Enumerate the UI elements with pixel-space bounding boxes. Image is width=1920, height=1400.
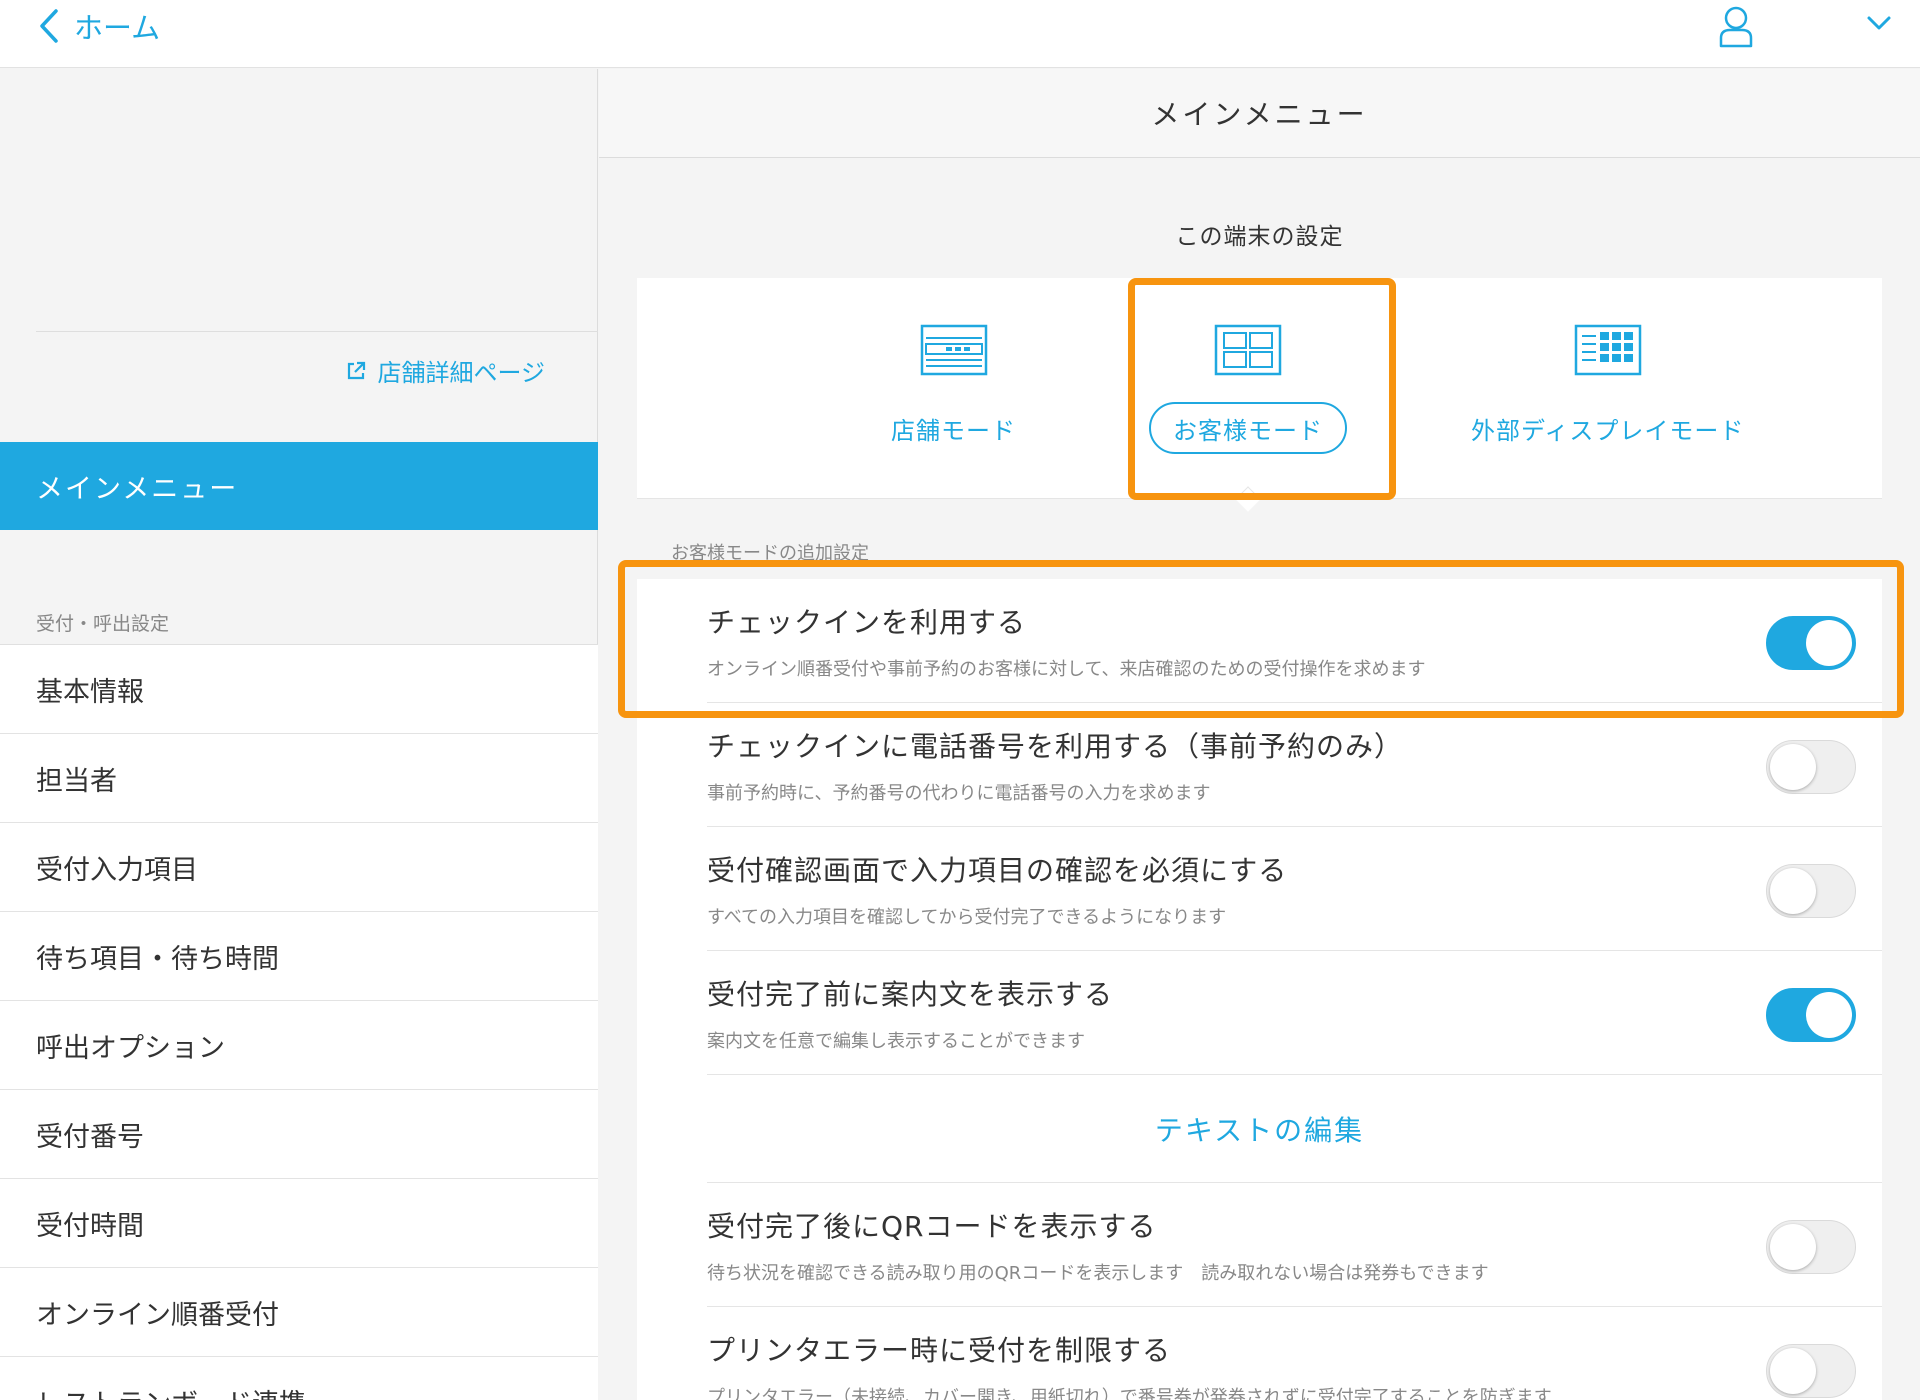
sidebar-item-basic-info[interactable]: 基本情報 xyxy=(0,645,598,734)
store-mode-icon xyxy=(920,324,987,376)
chevron-left-icon xyxy=(40,9,58,43)
selected-caret xyxy=(1235,486,1261,512)
top-bar: ホーム xyxy=(0,0,1920,68)
section-subtitle: お客様モードの追加設定 xyxy=(671,543,869,564)
checkin-toggle[interactable] xyxy=(1766,616,1856,670)
store-detail-label: 店舗詳細ページ xyxy=(377,359,545,387)
setting-description: 待ち状況を確認できる読み取り用のQRコードを表示します 読み取れない場合は発券も… xyxy=(707,1263,1489,1284)
setting-title: 受付完了後にQRコードを表示する xyxy=(707,1210,1157,1243)
mode-store[interactable]: 店舗モード xyxy=(869,278,1038,499)
mode-external-display[interactable]: 外部ディスプレイモード xyxy=(1449,278,1766,499)
sidebar-item-reception-hours[interactable]: 受付時間 xyxy=(0,1179,598,1268)
sidebar: 店舗詳細ページ メインメニュー 受付・呼出設定 基本情報 担当者 受付入力項目 … xyxy=(0,69,598,1400)
mode-customer[interactable]: お客様モード xyxy=(1149,278,1347,512)
checkin-phone-toggle[interactable] xyxy=(1766,740,1856,794)
sidebar-item-main-menu[interactable]: メインメニュー xyxy=(0,442,598,530)
setting-title: プリンタエラー時に受付を制限する xyxy=(707,1334,1172,1367)
sidebar-list: 基本情報 担当者 受付入力項目 待ち項目・待ち時間 呼出オプション 受付番号 受… xyxy=(0,644,598,1400)
setting-description: 案内文を任意で編集し表示することができます xyxy=(707,1031,1085,1052)
setting-description: 事前予約時に、予約番号の代わりに電話番号の入力を求めます xyxy=(707,783,1211,804)
external-display-icon xyxy=(1574,324,1641,376)
printer-error-toggle[interactable] xyxy=(1766,1344,1856,1398)
external-link-icon xyxy=(348,361,366,379)
guidance-text-toggle[interactable] xyxy=(1766,988,1856,1042)
setting-guidance-text: 受付完了前に案内文を表示する 案内文を任意で編集し表示することができます xyxy=(707,951,1882,1075)
setting-checkin-phone: チェックインに電話番号を利用する（事前予約のみ） 事前予約時に、予約番号の代わり… xyxy=(707,703,1882,827)
setting-checkin: チェックインを利用する オンライン順番受付や事前予約のお客様に対して、来店確認の… xyxy=(707,579,1882,703)
setting-title: チェックインに電話番号を利用する（事前予約のみ） xyxy=(707,730,1404,763)
sidebar-item-staff[interactable]: 担当者 xyxy=(0,734,598,823)
user-icon[interactable] xyxy=(1718,4,1754,48)
page-title: メインメニュー xyxy=(599,69,1920,158)
back-button[interactable]: ホーム xyxy=(36,4,160,48)
setting-description: すべての入力項目を確認してから受付完了できるようになります xyxy=(707,907,1227,928)
sidebar-divider xyxy=(36,331,598,332)
back-label: ホーム xyxy=(74,11,161,45)
setting-description: プリンタエラー（未接続、カバー開き、用紙切れ）で番号券が発券されずに受付完了する… xyxy=(707,1387,1552,1400)
device-settings-title: この端末の設定 xyxy=(1175,224,1344,250)
setting-description: オンライン順番受付や事前予約のお客様に対して、来店確認のための受付操作を求めます xyxy=(707,659,1426,680)
main-panel: メインメニュー この端末の設定 店舗モード お客様モード 外部ディスプレイモード… xyxy=(599,69,1920,1400)
sidebar-item-ticket-number[interactable]: 受付番号 xyxy=(0,1090,598,1179)
sidebar-item-call-options[interactable]: 呼出オプション xyxy=(0,1001,598,1090)
sidebar-item-input-fields[interactable]: 受付入力項目 xyxy=(0,823,598,912)
setting-title: 受付完了前に案内文を表示する xyxy=(707,978,1114,1011)
store-detail-link[interactable]: 店舗詳細ページ xyxy=(345,353,545,388)
sidebar-item-restaurant-board[interactable]: レストランボード連携 xyxy=(0,1357,598,1400)
edit-text-link[interactable]: テキストの編集 xyxy=(1155,1109,1364,1149)
setting-printer-error: プリンタエラー時に受付を制限する プリンタエラー（未接続、カバー開き、用紙切れ）… xyxy=(707,1307,1882,1400)
qr-code-toggle[interactable] xyxy=(1766,1220,1856,1274)
settings-list: チェックインを利用する オンライン順番受付や事前予約のお客様に対して、来店確認の… xyxy=(637,579,1882,1400)
edit-text-row: テキストの編集 xyxy=(707,1075,1882,1183)
sidebar-item-online-queue[interactable]: オンライン順番受付 xyxy=(0,1268,598,1357)
setting-confirm-required: 受付確認画面で入力項目の確認を必須にする すべての入力項目を確認してから受付完了… xyxy=(707,827,1882,951)
setting-title: チェックインを利用する xyxy=(707,606,1027,639)
sidebar-item-wait-items[interactable]: 待ち項目・待ち時間 xyxy=(0,912,598,1001)
setting-qr-code: 受付完了後にQRコードを表示する 待ち状況を確認できる読み取り用のQRコードを表… xyxy=(707,1183,1882,1307)
mode-customer-label: お客様モード xyxy=(1149,402,1347,454)
mode-selector: 店舗モード お客様モード 外部ディスプレイモード xyxy=(637,278,1882,512)
sidebar-section-label: 受付・呼出設定 xyxy=(36,613,170,635)
mode-store-label: 店舗モード xyxy=(891,416,1016,445)
customer-mode-icon xyxy=(1214,324,1282,376)
confirm-required-toggle[interactable] xyxy=(1766,864,1856,918)
setting-title: 受付確認画面で入力項目の確認を必須にする xyxy=(707,854,1288,887)
mode-external-label: 外部ディスプレイモード xyxy=(1471,416,1745,445)
chevron-down-icon[interactable] xyxy=(1866,14,1892,32)
